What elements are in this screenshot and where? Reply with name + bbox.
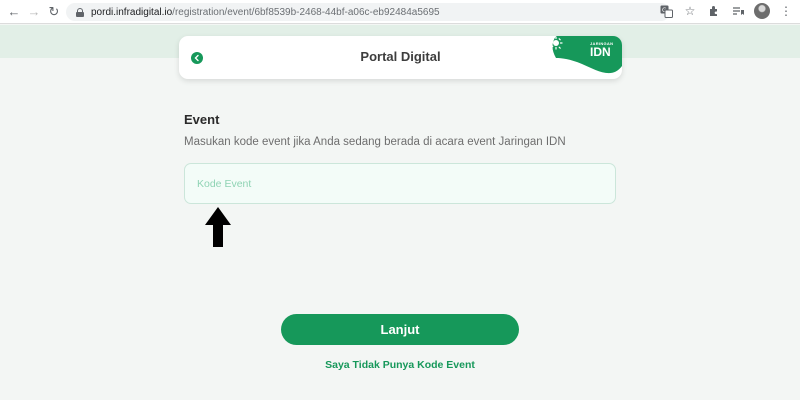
reading-list-icon[interactable]: [730, 3, 746, 19]
url-path: /registration/event/6bf8539b-2468-44bf-a…: [172, 6, 440, 18]
jaringan-idn-logo: JARINGAN IDN: [548, 36, 622, 79]
event-heading: Event: [184, 112, 220, 127]
profile-avatar[interactable]: [754, 3, 770, 19]
header-card: Portal Digital JARINGAN IDN: [179, 36, 622, 79]
url-domain: pordi.infradigital.io: [91, 6, 173, 18]
reload-icon[interactable]: ↻: [44, 2, 64, 22]
no-event-code-link[interactable]: Saya Tidak Punya Kode Event: [0, 359, 800, 371]
event-code-input[interactable]: [184, 163, 616, 204]
star-icon[interactable]: ☆: [682, 3, 698, 19]
translate-icon[interactable]: G: [658, 3, 674, 19]
event-description: Masukan kode event jika Anda sedang bera…: [184, 136, 566, 148]
lock-icon[interactable]: [76, 7, 84, 17]
forward-arrow-icon[interactable]: →: [24, 2, 44, 22]
back-arrow-icon[interactable]: ←: [4, 2, 24, 22]
sun-logo-icon: [549, 36, 563, 50]
up-arrow-annotation: [205, 207, 231, 247]
address-bar[interactable]: pordi.infradigital.io/registration/event…: [66, 3, 670, 21]
continue-button[interactable]: Lanjut: [281, 314, 519, 345]
logo-big-text: IDN: [590, 45, 611, 59]
extensions-icon[interactable]: [706, 3, 722, 19]
menu-dots-icon[interactable]: ⋮: [778, 3, 794, 19]
browser-toolbar: ← → ↻ pordi.infradigital.io/registration…: [0, 0, 800, 24]
browser-actions: G ☆ ⋮: [658, 3, 794, 19]
url-text[interactable]: pordi.infradigital.io/registration/event…: [91, 7, 440, 18]
